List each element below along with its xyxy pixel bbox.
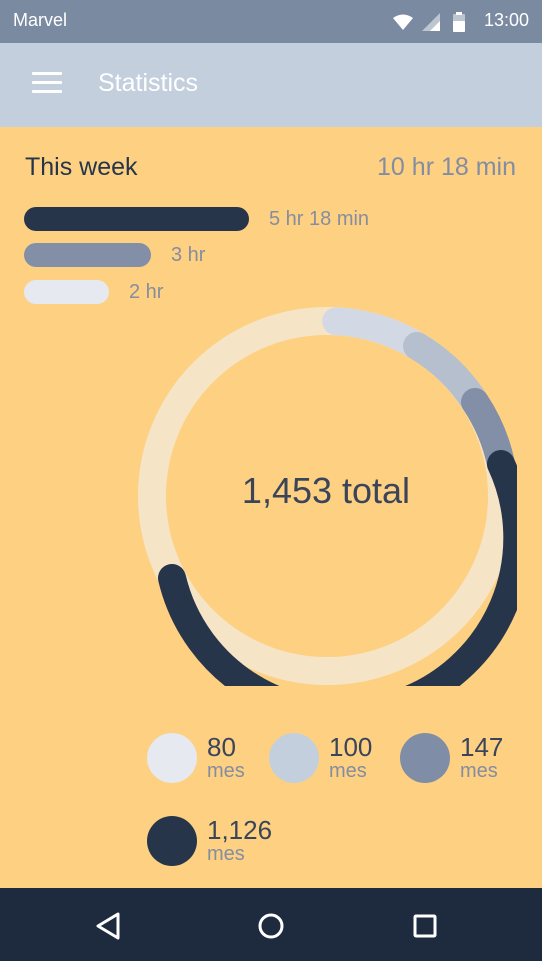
signal-icon: [422, 13, 440, 36]
carrier-name: Marvel: [13, 10, 68, 30]
time-bar: [24, 243, 151, 267]
time-bar: [24, 280, 109, 304]
back-triangle-icon[interactable]: [92, 908, 128, 944]
nav-bar: [0, 888, 542, 961]
wifi-icon: [393, 14, 413, 35]
battery-icon: [453, 12, 465, 37]
legend-unit: mes: [460, 760, 498, 782]
page-title: Statistics: [98, 69, 199, 97]
time-bar-label: 2 hr: [129, 281, 164, 303]
legend-dot: [147, 733, 197, 783]
legend-dot: [147, 816, 197, 866]
hamburger-icon[interactable]: [32, 72, 64, 96]
clock: 13:00: [483, 10, 529, 30]
week-label: This week: [25, 153, 138, 181]
legend-value: 1,126: [207, 815, 273, 845]
legend-value: 147: [460, 732, 504, 762]
recents-square-icon[interactable]: [407, 908, 443, 944]
legend-dot: [400, 733, 450, 783]
legend-value: 100: [329, 732, 373, 762]
legend-dot: [269, 733, 319, 783]
donut-total-label: 1,453 total: [241, 470, 411, 511]
home-circle-icon[interactable]: [253, 908, 289, 944]
legend-unit: mes: [329, 760, 367, 782]
time-bar-label: 5 hr 18 min: [269, 208, 370, 230]
time-bar-label: 3 hr: [171, 244, 206, 266]
legend-value: 80: [207, 732, 236, 762]
time-bar: [24, 207, 249, 231]
status-bar: Marvel 13:00: [0, 0, 542, 43]
legend-unit: mes: [207, 843, 245, 865]
week-total: 10 hr 18 min: [377, 153, 516, 181]
app-bar: Statistics: [0, 43, 542, 127]
legend-unit: mes: [207, 760, 245, 782]
